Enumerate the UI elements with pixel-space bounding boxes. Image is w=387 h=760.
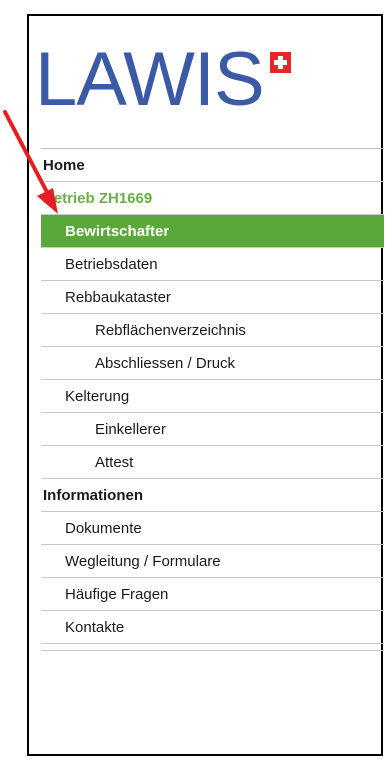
logo-text: LAWIS — [35, 37, 265, 122]
nav-divider — [41, 644, 384, 651]
nav-item-wegleitung-formulare[interactable]: Wegleitung / Formulare — [41, 545, 384, 578]
nav-item-betriebsdaten[interactable]: Betriebsdaten — [41, 248, 384, 281]
nav-item-rebflaechenverzeichnis[interactable]: Rebflächenverzeichnis — [41, 314, 384, 347]
swiss-flag-icon — [269, 52, 291, 73]
nav-item-rebbaukataster[interactable]: Rebbaukataster — [41, 281, 384, 314]
nav-item-abschliessen-druck[interactable]: Abschliessen / Druck — [41, 347, 384, 380]
nav-item-einkellerer[interactable]: Einkellerer — [41, 413, 384, 446]
nav-item-informationen[interactable]: Informationen — [41, 479, 384, 512]
nav-item-bewirtschafter[interactable]: Bewirtschafter — [41, 215, 384, 248]
nav-item-kelterung[interactable]: Kelterung — [41, 380, 384, 413]
nav-item-attest[interactable]: Attest — [41, 446, 384, 479]
nav-item-home[interactable]: Home — [41, 149, 384, 182]
sidebar-nav: Home Betrieb ZH1669 Bewirtschafter Betri… — [41, 148, 384, 651]
nav-item-haeufige-fragen[interactable]: Häufige Fragen — [41, 578, 384, 611]
menu-frame: LAWIS Home Betrieb ZH1669 Bewirtschafter… — [27, 14, 384, 756]
nav-item-kontakte[interactable]: Kontakte — [41, 611, 384, 644]
nav-item-dokumente[interactable]: Dokumente — [41, 512, 384, 545]
nav-item-betrieb[interactable]: Betrieb ZH1669 — [41, 182, 384, 215]
lawis-logo[interactable]: LAWIS — [35, 42, 291, 122]
